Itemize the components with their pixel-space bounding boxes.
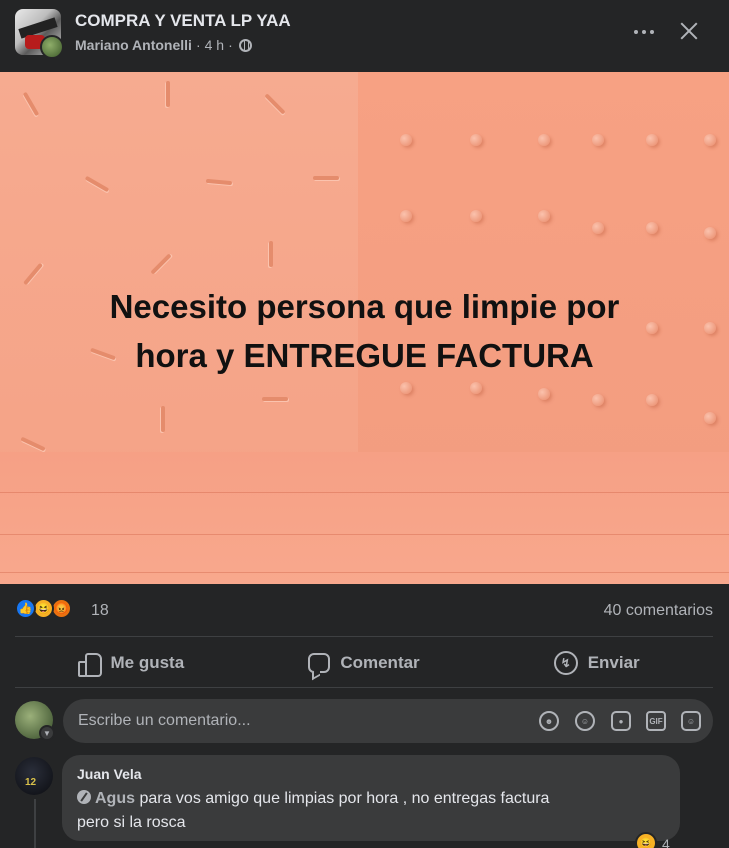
close-icon[interactable] [674,16,704,46]
comment-text: Agus para vos amigo que limpias por hora… [77,787,657,835]
post-actions: Me gusta Comentar ↯ Enviar [15,641,713,685]
post-time[interactable]: 4 h [205,37,224,53]
comment-icon [308,653,331,673]
author-name[interactable]: Mariano Antonelli [75,37,192,53]
post-stats: 👍 😆 😡 18 40 comentarios [15,596,713,626]
comment-reaction-count[interactable]: 4 [662,836,670,848]
divider [15,636,713,637]
post-image-text-line1: Necesito persona que limpie por [109,288,620,325]
post-image-text: Necesito persona que limpie por hora y E… [0,282,729,380]
haha-reaction-icon[interactable]: 😆 [33,598,54,619]
mention-link[interactable]: Agus [95,790,135,807]
gif-icon[interactable]: GIF [646,711,666,731]
thread-line [34,799,36,848]
commenter-name[interactable]: Juan Vela [77,766,142,782]
more-dots-icon [634,30,638,34]
thumbs-up-icon [78,652,103,677]
haha-reaction-icon[interactable]: 😆 [635,832,657,848]
messenger-icon: ↯ [553,651,578,675]
like-reaction-icon[interactable]: 👍 [15,598,36,619]
post-image[interactable]: Necesito persona que limpie por hora y E… [0,72,729,584]
post-meta: Mariano Antonelli · 4 h · [75,37,252,53]
more-options-button[interactable] [628,18,660,46]
globe-icon [238,38,252,52]
divider [15,687,713,688]
comments-count[interactable]: 40 comentarios [604,602,713,620]
comment-input[interactable]: Escribe un comentario... ☻ ☺ ● GIF ☺ [63,699,713,743]
comment-input-placeholder: Escribe un comentario... [78,712,251,729]
commenter-avatar[interactable]: 12 [15,757,53,795]
camera-icon[interactable]: ● [611,711,631,731]
post-image-text-line2: hora y ENTREGUE FACTURA [135,337,594,374]
comment-composer: ▼ Escribe un comentario... ☻ ☺ ● GIF ☺ [15,699,713,745]
send-button[interactable]: ↯ Enviar [480,641,713,685]
mention-icon [77,790,91,804]
comment-bubble: Juan Vela Agus para vos amigo que limpia… [62,755,680,841]
like-label: Me gusta [110,653,185,672]
meta-separator: · [228,37,233,53]
post-header: COMPRA Y VENTA LP YAA Mariano Antonelli … [0,0,729,72]
emoji-icon[interactable]: ☺ [575,711,595,731]
image-right-wall [358,72,729,472]
reaction-count[interactable]: 18 [91,602,109,620]
like-button[interactable]: Me gusta [15,641,248,685]
comment-button[interactable]: Comentar [248,641,481,685]
image-floor [0,452,729,584]
image-left-wall [0,72,358,472]
send-label: Enviar [587,653,640,672]
group-name[interactable]: COMPRA Y VENTA LP YAA [75,11,291,31]
meta-separator: · [195,37,201,53]
comment-text-line2: pero si la rosca [77,814,186,831]
author-avatar[interactable] [40,35,64,59]
chevron-down-icon[interactable]: ▼ [39,725,55,741]
avatar-sticker-icon[interactable]: ☻ [539,711,559,731]
comment-text-line1: para vos amigo que limpias por hora , no… [135,790,550,807]
comment-item: 12 Juan Vela Agus para vos amigo que lim… [15,755,713,848]
sticker-icon[interactable]: ☺ [681,711,701,731]
angry-reaction-icon[interactable]: 😡 [51,598,72,619]
comment-label: Comentar [340,653,420,672]
